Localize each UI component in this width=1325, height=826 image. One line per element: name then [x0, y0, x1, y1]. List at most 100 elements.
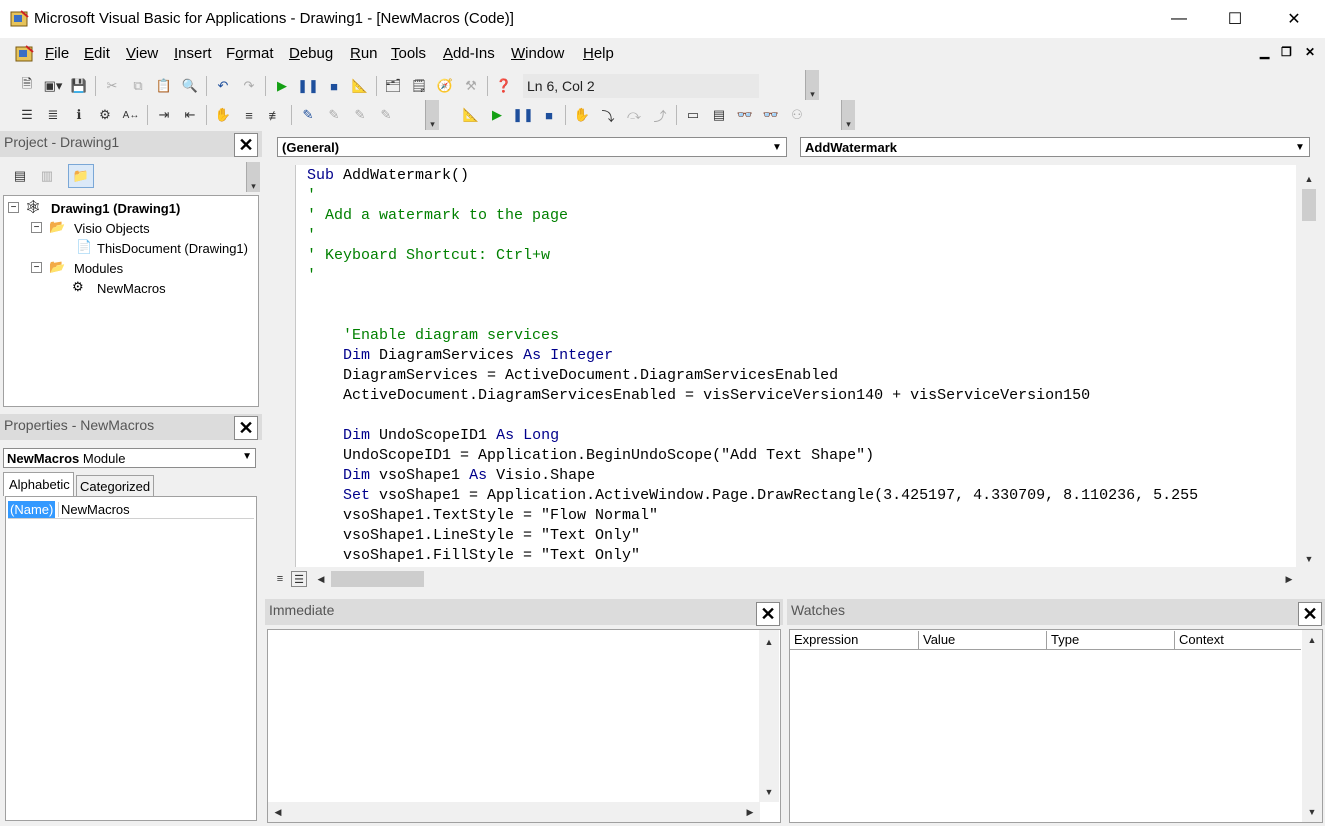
toolbar-grip[interactable]: ▾	[246, 162, 260, 192]
indent-icon[interactable]: ⇥	[151, 103, 177, 127]
break-icon[interactable]: ❚❚	[295, 74, 321, 98]
quick-info-icon[interactable]: ℹ	[66, 103, 92, 127]
close-button[interactable]: ✕	[1266, 0, 1322, 38]
scroll-right-icon[interactable]: ▶	[1281, 571, 1297, 587]
menu-addins[interactable]: Add-Ins	[443, 45, 495, 62]
code-line[interactable]: UndoScopeID1 = Application.BeginUndoScop…	[307, 446, 874, 466]
menu-format[interactable]: Format	[226, 45, 274, 62]
code-line[interactable]: Dim vsoShape1 As Visio.Shape	[307, 466, 595, 486]
code-horizontal-scrollbar[interactable]: ≡ ☰ ◀ ▶	[269, 569, 1297, 589]
design-mode-icon[interactable]: 📐	[347, 74, 373, 98]
mdi-minimize-button[interactable]: ▁	[1260, 45, 1269, 59]
menu-window[interactable]: Window	[511, 45, 564, 62]
scroll-down-icon[interactable]: ▼	[1304, 804, 1320, 820]
view-host-icon[interactable]: 🗎	[14, 74, 40, 98]
comment-block-icon[interactable]: ≡	[236, 103, 262, 127]
scroll-thumb[interactable]	[331, 571, 424, 587]
menu-file[interactable]: File	[45, 45, 69, 62]
scroll-up-icon[interactable]: ▲	[1304, 632, 1320, 648]
reset-icon[interactable]: ■	[536, 103, 562, 127]
mdi-restore-button[interactable]: ❐	[1281, 45, 1292, 59]
tree-item-visio-objects[interactable]: Visio Objects	[74, 221, 150, 236]
menu-debug[interactable]: Debug	[289, 45, 333, 62]
scroll-down-icon[interactable]: ▼	[761, 784, 777, 800]
mdi-close-button[interactable]: ✕	[1305, 45, 1315, 59]
properties-object-select[interactable]: NewMacros Module ▼	[3, 448, 256, 468]
properties-close-button[interactable]: ✕	[234, 416, 258, 440]
column-context[interactable]: Context	[1175, 631, 1301, 649]
object-combo[interactable]: (General) ▼	[277, 137, 787, 157]
insert-userform-icon[interactable]: ▣▾	[40, 74, 66, 98]
copy-icon[interactable]: ⧉	[125, 74, 151, 98]
chevron-down-icon[interactable]: ▼	[242, 451, 252, 462]
procedure-combo[interactable]: AddWatermark ▼	[800, 137, 1310, 157]
clear-bookmarks-icon[interactable]: ✎	[373, 103, 399, 127]
code-line[interactable]: '	[307, 226, 316, 246]
code-line[interactable]: Set vsoShape1 = Application.ActiveWindow…	[307, 486, 1198, 506]
next-bookmark-icon[interactable]: ✎	[321, 103, 347, 127]
chevron-down-icon[interactable]: ▼	[768, 138, 786, 156]
menu-tools[interactable]: Tools	[391, 45, 426, 62]
column-type[interactable]: Type	[1047, 631, 1175, 649]
run-icon[interactable]: ▶	[269, 74, 295, 98]
step-into-icon[interactable]: ⤵	[595, 103, 621, 127]
list-properties-icon[interactable]: ☰	[14, 103, 40, 127]
design-mode-icon[interactable]: 📐	[458, 103, 484, 127]
call-stack-icon[interactable]: ⚇	[784, 103, 810, 127]
tree-item-thisdocument[interactable]: ThisDocument (Drawing1)	[97, 241, 248, 256]
tab-categorized[interactable]: Categorized	[76, 475, 154, 496]
maximize-button[interactable]: ☐	[1207, 0, 1263, 38]
toolbar-grip[interactable]: ▾	[841, 100, 855, 130]
view-object-icon[interactable]: ▥	[34, 164, 60, 188]
immediate-window[interactable]	[267, 629, 781, 823]
code-line[interactable]: Sub AddWatermark()	[307, 166, 469, 186]
redo-icon[interactable]: ↷	[236, 74, 262, 98]
tree-item-newmacros[interactable]: NewMacros	[97, 281, 166, 296]
watches-close-button[interactable]: ✕	[1298, 602, 1322, 626]
paste-icon[interactable]: 📋	[151, 74, 177, 98]
tree-expander-icon[interactable]: −	[31, 222, 42, 233]
procedure-view-icon[interactable]: ≡	[272, 571, 288, 587]
scroll-thumb[interactable]	[288, 804, 568, 820]
minimize-button[interactable]: —	[1151, 0, 1207, 38]
immediate-close-button[interactable]: ✕	[756, 602, 780, 626]
document-icon[interactable]	[14, 44, 36, 64]
chevron-down-icon[interactable]: ▼	[1291, 138, 1309, 156]
tree-expander-icon[interactable]: −	[31, 262, 42, 273]
toolbar-grip[interactable]: ▾	[805, 70, 819, 100]
column-value[interactable]: Value	[919, 631, 1047, 649]
tree-item-modules[interactable]: Modules	[74, 261, 123, 276]
undo-icon[interactable]: ↶	[210, 74, 236, 98]
properties-window-icon[interactable]: 🗒	[406, 74, 432, 98]
step-out-icon[interactable]: ⤴	[647, 103, 673, 127]
menu-help[interactable]: Help	[583, 45, 614, 62]
code-line[interactable]: Dim DiagramServices As Integer	[307, 346, 613, 366]
watch-window-icon[interactable]: 👓	[732, 103, 758, 127]
property-value[interactable]: NewMacros	[58, 502, 130, 517]
toggle-folders-icon[interactable]: 📁	[68, 164, 94, 188]
scroll-up-icon[interactable]: ▲	[761, 634, 777, 650]
save-icon[interactable]: 💾	[66, 74, 92, 98]
tab-alphabetic[interactable]: Alphabetic	[3, 472, 74, 496]
toolbox-icon[interactable]: ⚒	[458, 74, 484, 98]
tree-item-drawing1[interactable]: Drawing1 (Drawing1)	[51, 201, 180, 216]
code-editor[interactable]: Sub AddWatermark() ' ' Add a watermark to …	[296, 165, 1296, 567]
code-line[interactable]: Dim UndoScopeID1 As Long	[307, 426, 559, 446]
help-icon[interactable]: ❓	[491, 74, 517, 98]
menu-insert[interactable]: Insert	[174, 45, 212, 62]
menu-edit[interactable]: Edit	[84, 45, 110, 62]
uncomment-block-icon[interactable]: ≢	[262, 103, 288, 127]
code-line[interactable]: ' Add a watermark to the page	[307, 206, 568, 226]
code-line[interactable]: ' Keyboard Shortcut: Ctrl+w	[307, 246, 550, 266]
locals-window-icon[interactable]: ▭	[680, 103, 706, 127]
find-icon[interactable]: 🔍	[177, 74, 203, 98]
run-icon[interactable]: ▶	[484, 103, 510, 127]
code-vertical-scrollbar[interactable]: ▲ ▼	[1297, 165, 1322, 569]
code-line[interactable]: vsoShape1.FillStyle = "Text Only"	[307, 546, 640, 566]
code-line[interactable]: vsoShape1.LineStyle = "Text Only"	[307, 526, 640, 546]
project-explorer-icon[interactable]: 🗂	[380, 74, 406, 98]
scroll-right-icon[interactable]: ▶	[742, 804, 758, 820]
break-icon[interactable]: ❚❚	[510, 103, 536, 127]
view-code-icon[interactable]: ▤	[7, 164, 33, 188]
previous-bookmark-icon[interactable]: ✎	[347, 103, 373, 127]
